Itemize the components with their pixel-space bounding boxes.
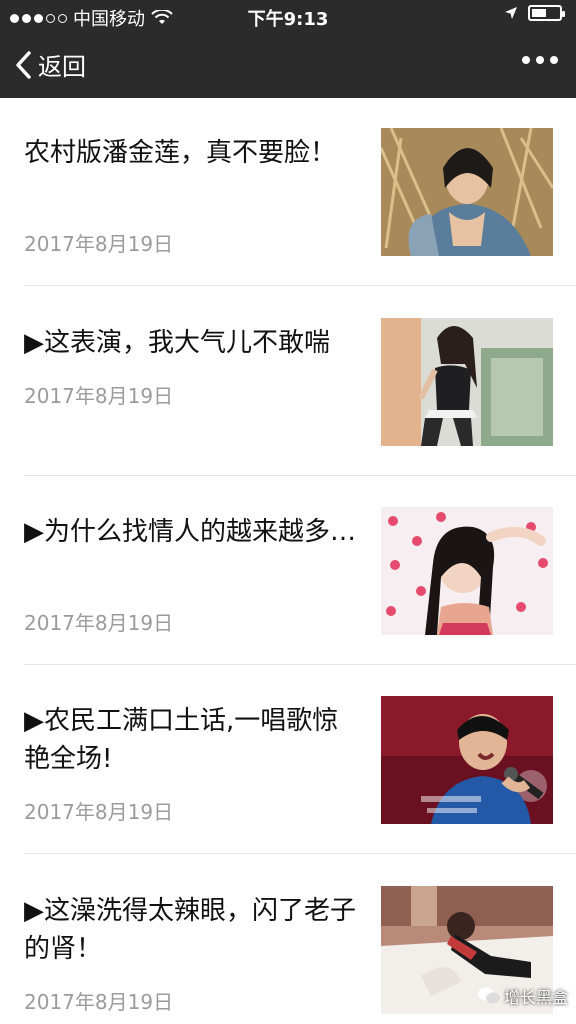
location-arrow-icon (505, 7, 517, 19)
wechat-icon (477, 987, 500, 1004)
article-date: 2017年8月19日 (24, 800, 174, 824)
back-button[interactable]: 返回 (14, 47, 86, 82)
article-date: 2017年8月19日 (24, 990, 174, 1014)
more-options-button[interactable] (522, 56, 558, 64)
article-item[interactable]: ▶这表演，我大气儿不敢喘 2017年8月19日 (0, 288, 576, 476)
divider (24, 475, 576, 476)
article-thumbnail (381, 696, 553, 824)
watermark: 增长黑盒 (477, 984, 568, 1008)
article-title: ▶农民工满口土话,一唱歌惊艳全场! (24, 706, 339, 774)
status-time: 下午9:13 (247, 9, 329, 30)
article-title: ▶这澡洗得太辣眼，闪了老子的肾！ (24, 896, 356, 964)
article-date: 2017年8月19日 (24, 232, 174, 256)
article-item[interactable]: ▶农民工满口土话,一唱歌惊艳全场! 2017年8月19日 (0, 666, 576, 854)
divider (24, 285, 576, 286)
back-label: 返回 (38, 53, 86, 81)
article-title: 农村版潘金莲，真不要脸！ (24, 138, 337, 168)
battery-icon (528, 5, 565, 21)
article-thumbnail (381, 507, 553, 635)
article-date: 2017年8月19日 (24, 384, 174, 408)
article-thumbnail (381, 318, 553, 446)
chevron-left-icon (16, 50, 31, 79)
nav-bar: 返回 (0, 32, 576, 98)
article-title: ▶这表演，我大气儿不敢喘 (24, 328, 330, 358)
article-item[interactable]: 农村版潘金莲，真不要脸！ 2017年8月19日 (0, 98, 576, 286)
article-item[interactable]: ▶为什么找情人的越来越多… 2017年8月19日 (0, 477, 576, 665)
more-dot-icon (536, 56, 544, 64)
more-dot-icon (550, 56, 558, 64)
status-right (504, 5, 565, 21)
article-thumbnail (381, 128, 553, 256)
status-bar: 中国移动 下午9:13 (0, 0, 576, 32)
article-date: 2017年8月19日 (24, 611, 174, 635)
divider (24, 853, 576, 854)
article-title: ▶为什么找情人的越来越多… (24, 517, 356, 547)
divider (24, 664, 576, 665)
more-dot-icon (522, 56, 530, 64)
watermark-text: 增长黑盒 (503, 988, 568, 1007)
